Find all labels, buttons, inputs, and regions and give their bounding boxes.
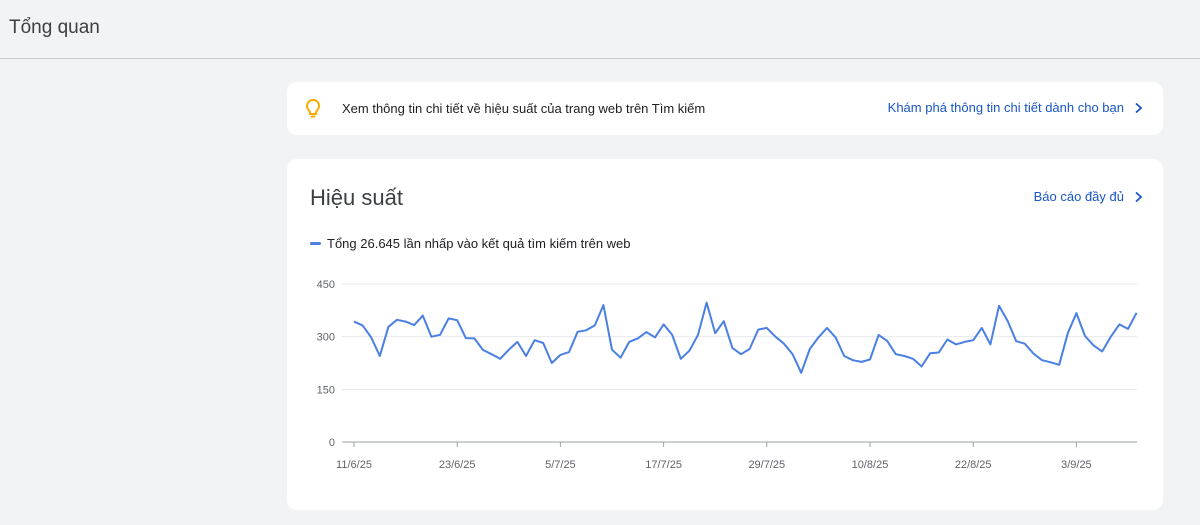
explore-insights-link[interactable]: Khám phá thông tin chi tiết dành cho bạn bbox=[888, 100, 1143, 115]
y-tick-label: 300 bbox=[317, 332, 335, 344]
performance-title: Hiệu suất bbox=[310, 185, 403, 210]
insight-card: Xem thông tin chi tiết về hiệu suất của … bbox=[287, 82, 1163, 135]
x-tick-label: 3/9/25 bbox=[1061, 459, 1092, 471]
full-report-link[interactable]: Báo cáo đầy đủ bbox=[1034, 189, 1143, 204]
x-tick-label: 17/7/25 bbox=[645, 459, 682, 471]
chart-legend[interactable]: Tổng 26.645 lần nhấp vào kết quả tìm kiế… bbox=[310, 236, 631, 251]
top-bar: Tổng quan bbox=[0, 0, 1200, 59]
y-tick-label: 0 bbox=[329, 437, 335, 449]
full-report-label: Báo cáo đầy đủ bbox=[1033, 189, 1124, 204]
y-tick-label: 150 bbox=[317, 384, 335, 396]
chevron-right-icon bbox=[1135, 102, 1143, 113]
x-tick-label: 5/7/25 bbox=[545, 459, 576, 471]
legend-swatch bbox=[310, 242, 321, 245]
lightbulb-icon bbox=[305, 98, 321, 118]
explore-insights-label: Khám phá thông tin chi tiết dành cho bạn bbox=[887, 100, 1124, 115]
clicks-series-line[interactable] bbox=[353, 301, 1138, 374]
performance-card: Hiệu suất Báo cáo đầy đủ Tổng 26.645 lần… bbox=[287, 159, 1163, 510]
x-tick-label: 22/8/25 bbox=[955, 459, 992, 471]
legend-label: Tổng 26.645 lần nhấp vào kết quả tìm kiế… bbox=[327, 236, 631, 251]
x-tick-label: 11/6/25 bbox=[336, 459, 372, 471]
x-tick-label: 23/6/25 bbox=[439, 459, 476, 471]
insight-text: Xem thông tin chi tiết về hiệu suất của … bbox=[342, 101, 706, 116]
x-tick-label: 10/8/25 bbox=[852, 459, 889, 471]
performance-chart: 0 150 300 450 11/6/25 23/6/25 5/7/25 17/7/25 29/… bbox=[317, 279, 1138, 471]
chevron-right-icon bbox=[1135, 191, 1143, 202]
y-tick-label: 450 bbox=[317, 279, 335, 291]
x-tick-label: 29/7/25 bbox=[748, 459, 785, 471]
page-title: Tổng quan bbox=[9, 17, 100, 38]
